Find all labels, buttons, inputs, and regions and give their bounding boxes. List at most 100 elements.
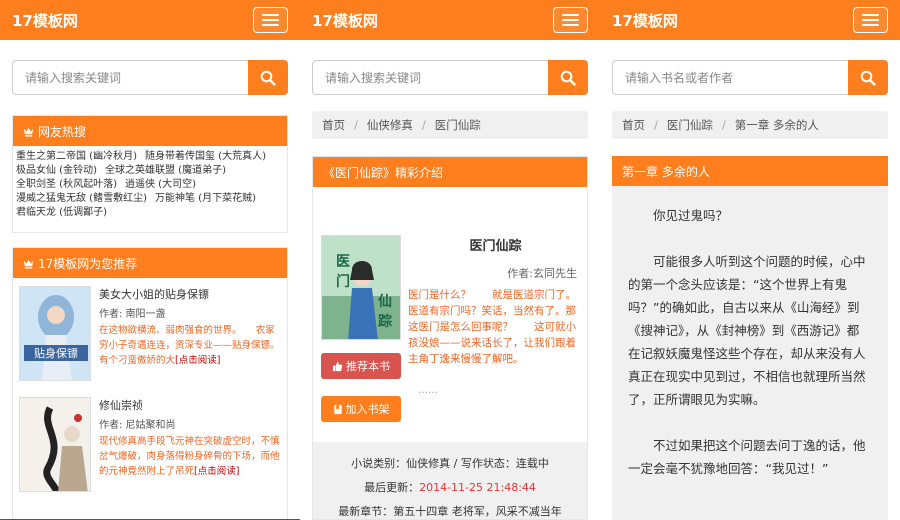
book-cover-art: 医 门 仙 踪 xyxy=(322,236,400,339)
list-item[interactable]: 贴身保镖 美女大小姐的贴身保镖 作者: 南阳一盏 在这物欲横流、弱肉强食的世界。… xyxy=(13,278,294,389)
search-button[interactable] xyxy=(248,60,288,95)
book-last-updated: 最后更新：2014-11-25 21:48:44 xyxy=(364,481,536,494)
book-title[interactable]: 美女大小姐的贴身保镖 xyxy=(99,286,281,302)
svg-text:仙: 仙 xyxy=(378,293,392,310)
chapter-box: 第一章 多余的人 你见过鬼吗？ 可能很多人听到这个问题的时候，心中的第一个念头应… xyxy=(612,156,888,520)
book-latest-chapter[interactable]: 最新章节：第五十四章 老将军，风采不减当年 xyxy=(313,500,587,520)
top-navbar: 17模板网 xyxy=(600,0,900,40)
panel-book-detail: 17模板网 首页/ 仙侠修真/ 医门仙踪 《医门仙踪》精彩介绍 xyxy=(300,0,600,520)
breadcrumb: 首页 / 仙侠修真 / 医门仙踪 xyxy=(312,111,588,139)
list-item-info: 修仙崇祯 作者: 尼姑聚和尚 现代修真高手段飞元神在突破虚空时，不慎岔气爆破，肉… xyxy=(99,397,281,492)
menu-toggle-button[interactable] xyxy=(553,7,588,33)
svg-text:医: 医 xyxy=(336,254,350,270)
book-desc: 医门是什么？ 就是医道宗门了。 医道有宗门吗？笑话，当然有了。那这医门是怎么回事… xyxy=(408,289,592,365)
hot-item[interactable]: 全球之英雄联盟 (魔道弟子) xyxy=(105,165,226,176)
book-meta: 小说类别：仙侠修真 / 写作状态：连载中 最后更新：2014-11-25 21:… xyxy=(313,442,587,520)
hot-search-box: 网友热搜 重生之第二帝国 (幽冷秋月) 随身带着传国玺 (大荒真人) 极品女仙 (… xyxy=(12,115,288,233)
panel-chapter-reader: 17模板网 首页/ 医门仙踪/ 第一章 多余的人 第一章 多余的人 你见过鬼吗？… xyxy=(600,0,900,520)
site-logo[interactable]: 17模板网 xyxy=(12,10,78,31)
hot-item[interactable]: 极品女仙 (金铃动) xyxy=(16,165,97,176)
search-bar xyxy=(612,60,888,95)
add-to-shelf-button[interactable]: 加入书架 xyxy=(321,396,401,422)
hot-row: 漫威之猛鬼无敌 (鳍雪敷红尘) 万能神笔 (月下菜花贼) xyxy=(16,192,284,206)
book-author: 作者:玄同先生 xyxy=(507,267,577,280)
chapter-paragraph: 你见过鬼吗？ xyxy=(653,208,729,223)
breadcrumb: 首页 / 医门仙踪 / 第一章 多余的人 xyxy=(612,111,888,139)
book-title: 医门仙踪 xyxy=(469,239,522,254)
svg-text:贴身保镖: 贴身保镖 xyxy=(34,346,78,360)
recommend-box: 17模板网为您推荐 贴身保镖 美女大小姐的贴身保镖 作者: 南阳一盏 在这物欲横… xyxy=(12,247,294,520)
hot-item[interactable]: 漫威之猛鬼无敌 (鳍雪敷红尘) xyxy=(16,193,147,204)
recommend-title: 17模板网为您推荐 xyxy=(38,256,138,271)
magnifier-icon xyxy=(860,70,876,86)
menu-toggle-button[interactable] xyxy=(253,7,288,33)
read-link[interactable]: [点击阅读] xyxy=(194,466,239,477)
book-author: 作者: 尼姑聚和尚 xyxy=(99,420,176,431)
search-button[interactable] xyxy=(548,60,588,95)
hot-item[interactable]: 全职剑圣 (秋风起叶落) xyxy=(16,179,117,190)
top-navbar: 17模板网 xyxy=(0,0,300,40)
hot-item[interactable]: 万能神笔 (月下菜花贼) xyxy=(155,193,256,204)
breadcrumb-book[interactable]: 医门仙踪 xyxy=(667,117,713,133)
book-intro-title: 《医门仙踪》精彩介绍 xyxy=(323,165,444,180)
book-cover-art xyxy=(20,398,90,491)
hot-item[interactable]: 逍遥侠 (大司空) xyxy=(125,179,196,190)
chapter-title: 第一章 多余的人 xyxy=(622,164,710,179)
chapter-content: 你见过鬼吗？ 可能很多人听到这个问题的时候，心中的第一个念头应该是：“这个世界上… xyxy=(612,186,888,480)
hot-row: 重生之第二帝国 (幽冷秋月) 随身带着传国玺 (大荒真人) xyxy=(16,150,284,164)
breadcrumb-category[interactable]: 仙侠修真 xyxy=(367,117,413,133)
breadcrumb-current: 医门仙踪 xyxy=(434,118,481,132)
book-cover[interactable]: 贴身保镖 xyxy=(19,286,91,381)
magnifier-icon xyxy=(560,70,576,86)
breadcrumb-home[interactable]: 首页 xyxy=(322,117,345,133)
book-intro-body: 医 门 仙 踪 医门仙踪 作者:玄同先生 医门是什么？ 就是医道宗门了。 医道有… xyxy=(313,187,592,442)
hamburger-icon xyxy=(262,14,279,16)
breadcrumb-home[interactable]: 首页 xyxy=(622,117,645,133)
hot-row: 极品女仙 (金铃动) 全球之英雄联盟 (魔道弟子) xyxy=(16,164,284,178)
site-logo[interactable]: 17模板网 xyxy=(312,10,378,31)
hamburger-icon xyxy=(562,14,579,16)
screenshot-stage: 17模板网 网友热搜 重生之第二帝国 (幽冷秋月) 随身带着传国玺 (大荒真人) … xyxy=(0,0,900,520)
book-cover-art: 贴身保镖 xyxy=(20,287,90,380)
book-title[interactable]: 修仙崇祯 xyxy=(99,397,281,413)
crown-icon xyxy=(23,259,34,269)
hot-search-title: 网友热搜 xyxy=(38,124,87,139)
book-desc-ellipsis: …… xyxy=(418,385,438,396)
bookmark-icon xyxy=(333,404,342,414)
hot-item[interactable]: 君临天龙 (低调鄙子) xyxy=(16,207,107,218)
site-logo[interactable]: 17模板网 xyxy=(612,10,678,31)
hot-row: 全职剑圣 (秋风起叶落) 逍遥侠 (大司空) xyxy=(16,178,284,192)
magnifier-icon xyxy=(260,70,276,86)
list-item[interactable]: 修仙崇祯 作者: 尼姑聚和尚 现代修真高手段飞元神在突破虚空时，不慎岔气爆破，肉… xyxy=(13,389,287,500)
hot-search-header: 网友热搜 xyxy=(13,116,287,146)
hot-item[interactable]: 重生之第二帝国 (幽冷秋月) xyxy=(16,151,137,162)
search-input[interactable] xyxy=(12,60,248,95)
divider xyxy=(0,506,300,520)
book-intro-header: 《医门仙踪》精彩介绍 xyxy=(313,157,587,187)
recommend-header: 17模板网为您推荐 xyxy=(13,248,287,278)
book-cover[interactable] xyxy=(19,397,91,492)
search-bar xyxy=(312,60,588,95)
top-navbar: 17模板网 xyxy=(300,0,600,40)
chapter-header: 第一章 多余的人 xyxy=(612,156,888,186)
search-input[interactable] xyxy=(612,60,848,95)
book-author: 作者: 南阳一盏 xyxy=(99,309,166,320)
recommend-book-button[interactable]: 推荐本书 xyxy=(321,353,401,379)
book-intro-box: 《医门仙踪》精彩介绍 医 门 仙 踪 医门仙踪 作者:玄同先生 医门是什么？ 就… xyxy=(312,156,592,520)
menu-toggle-button[interactable] xyxy=(853,7,888,33)
search-input[interactable] xyxy=(312,60,548,95)
book-cover: 医 门 仙 踪 xyxy=(321,235,401,340)
svg-text:踪: 踪 xyxy=(378,313,392,330)
search-button[interactable] xyxy=(848,60,888,95)
hot-row: 君临天龙 (低调鄙子) xyxy=(16,206,284,220)
hot-search-list: 重生之第二帝国 (幽冷秋月) 随身带着传国玺 (大荒真人) 极品女仙 (金铃动) 全… xyxy=(13,146,287,224)
search-bar xyxy=(12,60,288,95)
svg-text:门: 门 xyxy=(336,273,350,290)
book-desc: 在这物欲横流、弱肉强食的世界。 农家穷小子奇遇连连，资深专业——贴身保镖。 有个… xyxy=(99,325,294,366)
read-link[interactable]: [点击阅读] xyxy=(175,355,220,366)
hot-item[interactable]: 随身带着传国玺 (大荒真人) xyxy=(145,151,266,162)
chapter-paragraph: 不过如果把这个问题去问丁逸的话，他一定会毫不犹豫地回答：“我见过！” xyxy=(628,438,866,476)
thumbs-up-icon xyxy=(332,361,343,371)
list-item-info: 美女大小姐的贴身保镖 作者: 南阳一盏 在这物欲横流、弱肉强食的世界。 农家穷小… xyxy=(99,286,294,381)
chapter-paragraph: 可能很多人听到这个问题的时候，心中的第一个念头应该是：“这个世界上有鬼吗？”的确… xyxy=(628,254,866,407)
